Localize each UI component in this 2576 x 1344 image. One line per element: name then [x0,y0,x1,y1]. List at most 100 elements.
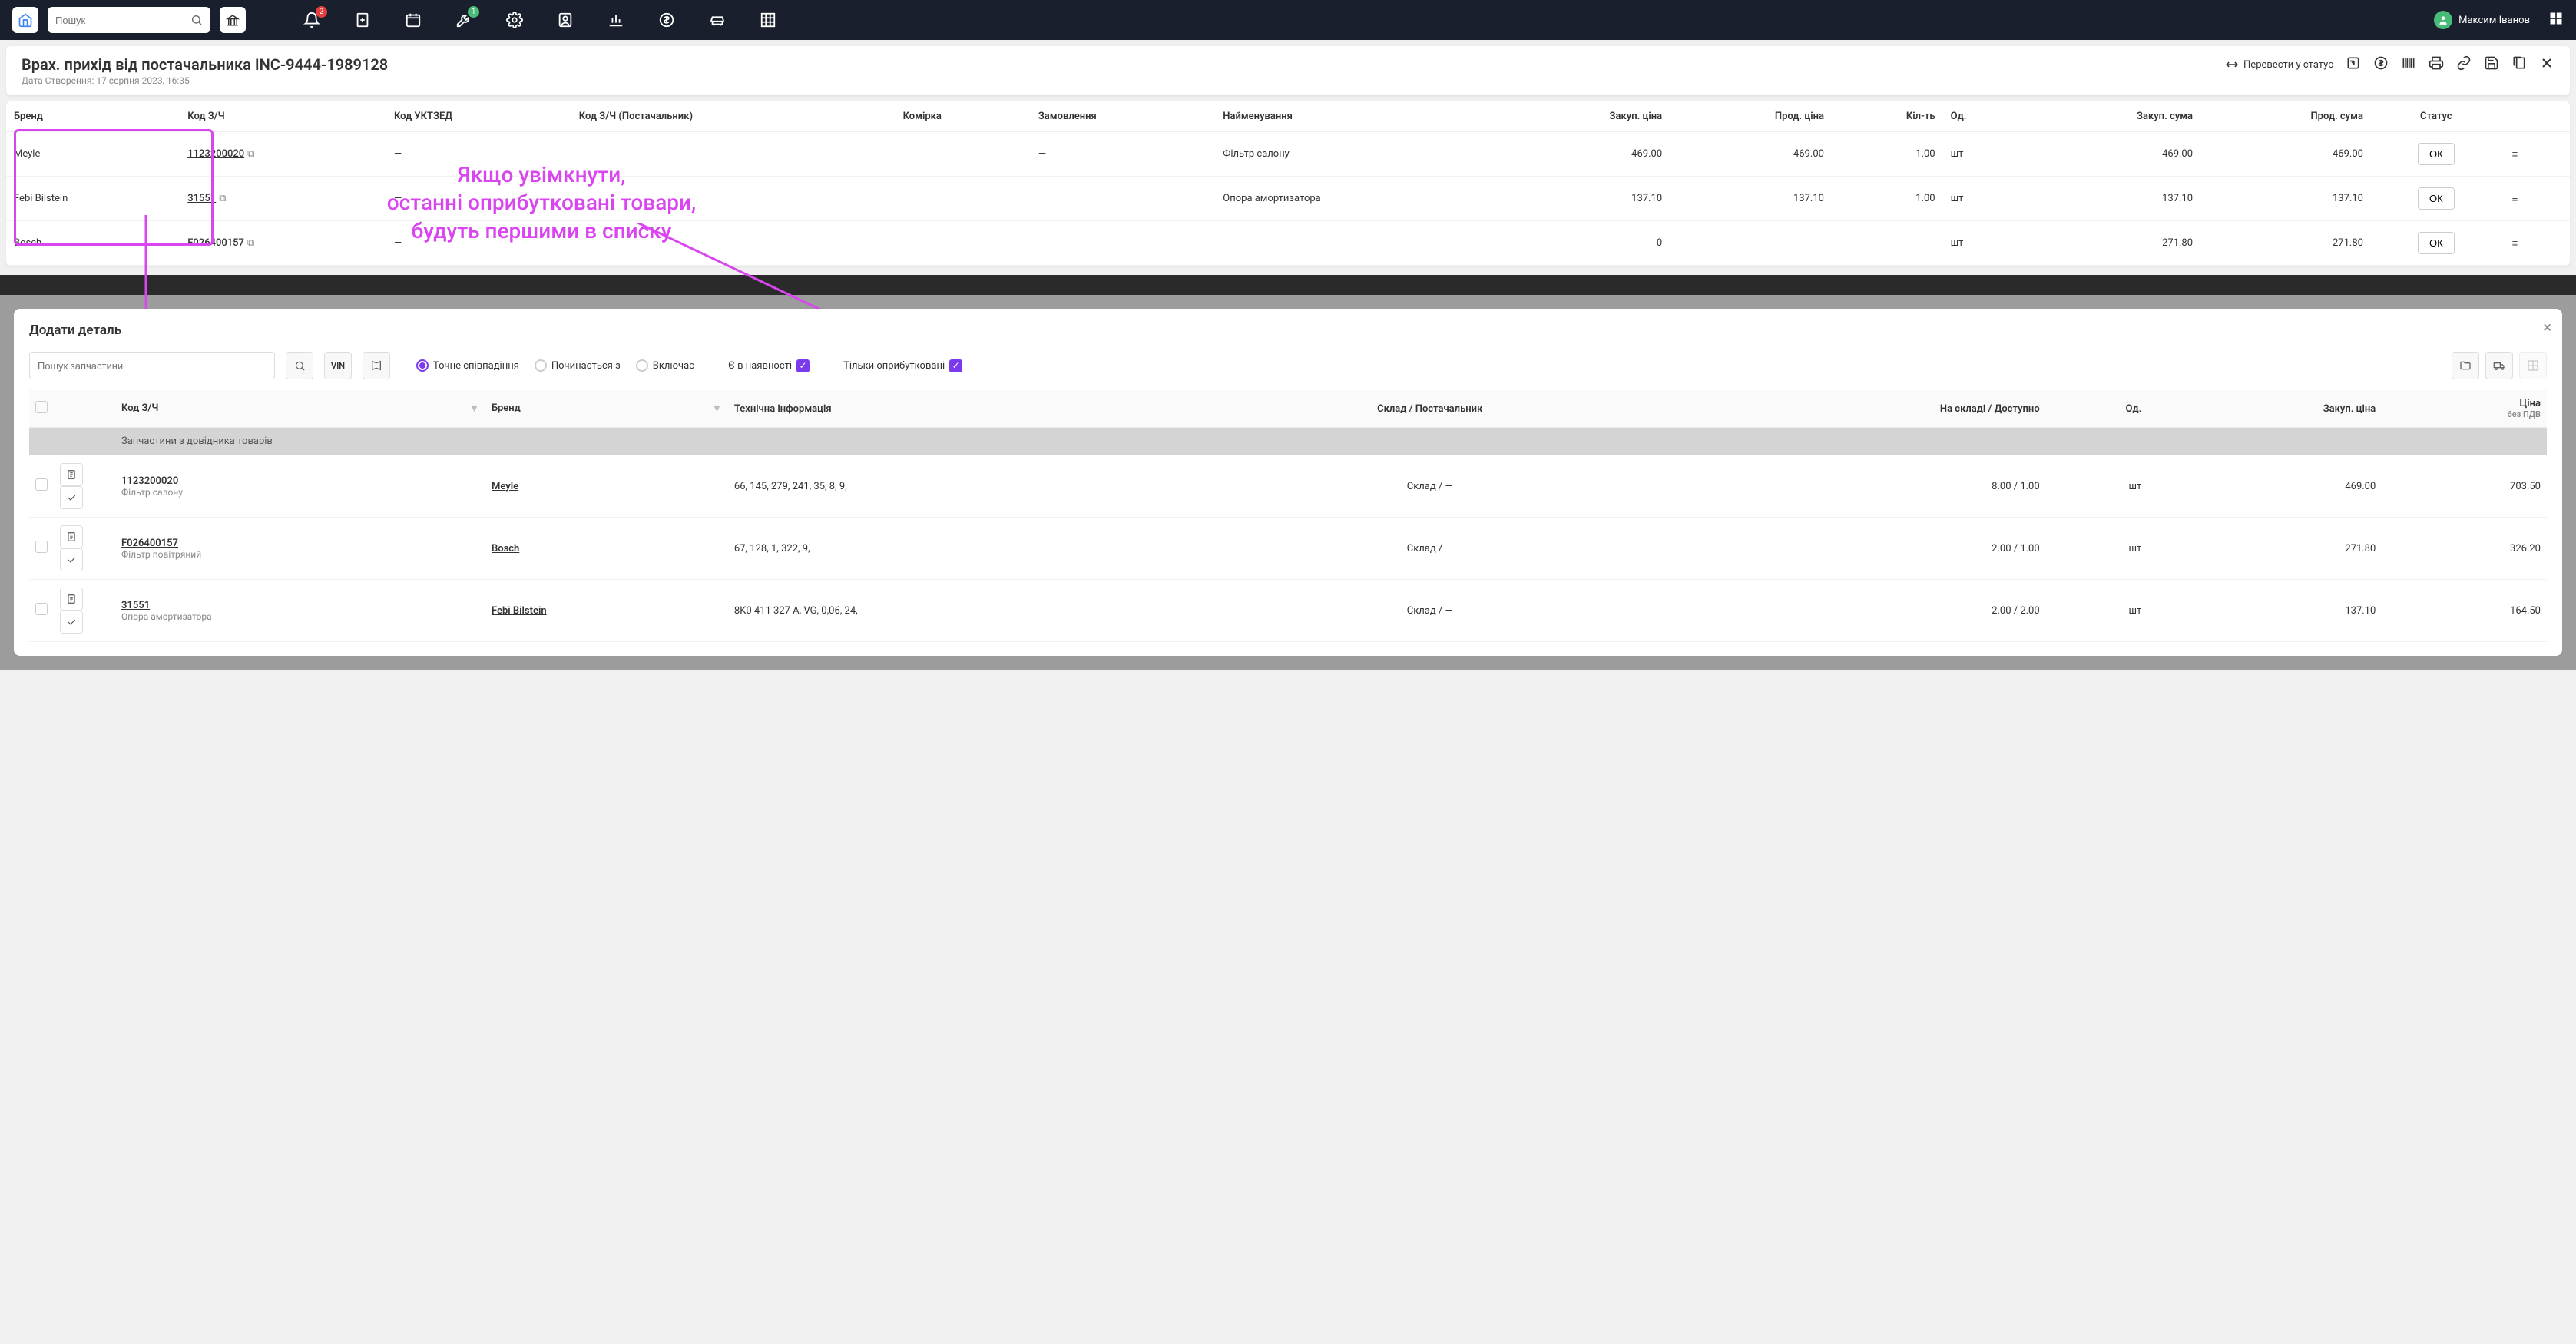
print-button[interactable] [2429,55,2444,74]
brand-link[interactable]: Bosch [492,543,519,554]
row-menu-button[interactable]: ≡ [2509,190,2521,208]
analytics-button[interactable] [605,9,627,31]
row-menu-button[interactable]: ≡ [2509,235,2521,253]
in-stock-checkbox[interactable]: Є в наявності ✓ [728,359,810,372]
global-search-input[interactable] [55,15,190,26]
layout-button[interactable] [2519,352,2547,379]
modal-backdrop: × Додати деталь VIN Точне співпадіння [0,295,2576,670]
col-status[interactable]: Статус [2371,101,2502,132]
filter-icon[interactable]: ▼ [712,402,722,415]
user-menu[interactable]: Максим Іванов [2434,11,2530,29]
part-code-link[interactable]: 1123200020 [121,475,479,487]
barcode-icon [2401,55,2416,71]
only-received-checkbox[interactable]: Тільки оприбутковані ✓ [843,359,962,372]
col-brand[interactable]: Бренд [6,101,180,132]
barcode-button[interactable] [2401,55,2416,74]
contacts-button[interactable] [555,9,576,31]
select-all-checkbox[interactable] [35,401,48,413]
radio-contains[interactable]: Включає [636,359,694,372]
col-purch-sum[interactable]: Закуп. сума [2021,101,2200,132]
save-button[interactable] [2484,55,2499,74]
table-row: 1123200020Фільтр салону Meyle 66, 145, 2… [29,455,2547,518]
parts-col-code[interactable]: Код З/Ч ▼ [115,390,485,428]
filter-icon[interactable]: ▼ [469,402,479,415]
global-search[interactable] [48,7,210,33]
parts-col-brand[interactable]: Бренд ▼ [485,390,728,428]
row-doc-button[interactable] [60,588,83,611]
brand-link[interactable]: Meyle [492,481,518,492]
add-document-button[interactable] [352,9,373,31]
col-unit[interactable]: Од. [1943,101,2021,132]
row-doc-button[interactable] [60,525,83,548]
notifications-button[interactable]: 2 [301,9,323,31]
row-check-button[interactable] [60,486,83,509]
part-code-link[interactable]: 31551 [121,600,479,611]
bank-button[interactable] [220,7,246,33]
part-code-link[interactable]: 31551 [187,193,216,204]
parts-col-tech[interactable]: Технічна інформація [728,390,1218,428]
parts-col-avail[interactable]: На складі / Доступно [1642,390,2046,428]
col-uktzed[interactable]: Код УКТЗЕД [386,101,571,132]
part-code-link[interactable]: F026400157 [121,538,479,549]
copy-doc-button[interactable] [2511,55,2527,74]
col-purch-price[interactable]: Закуп. ціна [1499,101,1670,132]
part-search-input[interactable] [38,360,267,372]
copy-icon[interactable]: ⧉ [219,193,226,204]
truck-button[interactable] [2485,352,2513,379]
parts-col-stock[interactable]: Склад / Постачальник [1217,390,1642,428]
export-button[interactable] [2346,55,2361,74]
payment-button[interactable] [2373,55,2389,74]
radio-starts[interactable]: Починається з [535,359,621,372]
row-checkbox[interactable] [35,478,48,491]
row-checkbox[interactable] [35,541,48,553]
add-part-modal: × Додати деталь VIN Точне співпадіння [14,309,2562,656]
col-name[interactable]: Найменування [1215,101,1499,132]
status-button[interactable]: ОК [2418,187,2455,210]
calendar-button[interactable] [402,9,424,31]
apps-button[interactable] [2548,11,2564,29]
link-button[interactable] [2456,55,2472,74]
status-button[interactable]: ОК [2418,232,2455,254]
row-check-button[interactable] [60,611,83,634]
col-qty[interactable]: Кіл-ть [1832,101,1943,132]
copy-icon[interactable]: ⧉ [247,237,254,249]
catalog-button[interactable] [363,352,390,379]
close-button[interactable] [2539,55,2554,74]
folder-button[interactable] [2452,352,2479,379]
col-supplier-code[interactable]: Код З/Ч (Постачальник) [571,101,896,132]
radio-exact[interactable]: Точне співпадіння [416,359,519,372]
part-code-link[interactable]: F026400157 [187,237,244,249]
col-order[interactable]: Замовлення [1031,101,1215,132]
col-code[interactable]: Код З/Ч [180,101,386,132]
part-search-go-button[interactable] [286,352,313,379]
vehicles-button[interactable] [707,9,728,31]
col-sell-price[interactable]: Прод. ціна [1670,101,1832,132]
grid-button[interactable] [757,9,779,31]
transfer-status-button[interactable]: Перевести у статус [2225,58,2333,71]
table-row: Febi Bilstein 31551⧉ — Опора амортизатор… [6,177,2570,221]
status-button[interactable]: ОК [2418,143,2455,165]
row-checkbox[interactable] [35,603,48,615]
parts-col-price[interactable]: Цінабез ПДВ [2382,390,2547,428]
part-search[interactable] [29,352,275,379]
document-plus-icon [354,12,371,28]
parts-col-purch[interactable]: Закуп. ціна [2147,390,2382,428]
col-sell-sum[interactable]: Прод. сума [2200,101,2371,132]
settings-button[interactable] [504,9,525,31]
finance-button[interactable] [656,9,677,31]
row-menu-button[interactable]: ≡ [2509,146,2521,164]
brand-link[interactable]: Febi Bilstein [492,605,547,617]
vin-button[interactable]: VIN [324,352,352,379]
copy-icon[interactable]: ⧉ [247,148,254,160]
parts-col-unit[interactable]: Од. [2046,390,2148,428]
tools-button[interactable]: 1 [453,9,475,31]
part-code-link[interactable]: 1123200020 [187,148,244,160]
parts-table: Код З/Ч ▼ Бренд ▼ Технічна інформація Ск… [29,390,2547,642]
col-cell[interactable]: Комірка [896,101,1031,132]
car-icon [709,12,726,28]
dollar-circle-icon [2373,55,2389,71]
row-check-button[interactable] [60,548,83,571]
row-doc-button[interactable] [60,463,83,486]
home-button[interactable] [12,7,38,33]
modal-close-button[interactable]: × [2543,318,2551,336]
